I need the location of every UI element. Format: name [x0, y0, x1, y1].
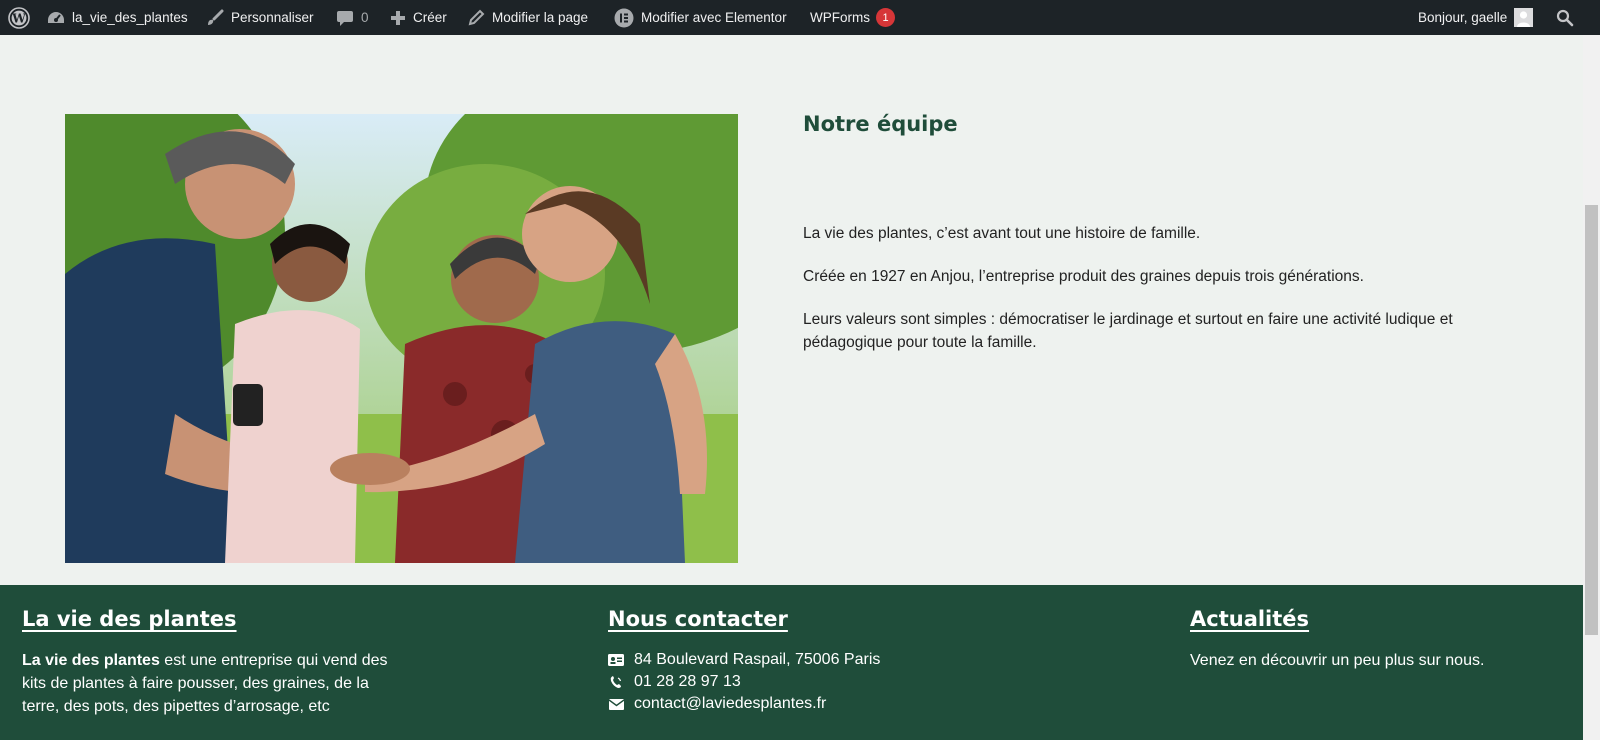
pencil-icon [467, 9, 485, 27]
elementor-icon [614, 8, 634, 28]
comments-menu[interactable]: 0 [336, 0, 369, 35]
contact-email: contact@laviedesplantes.fr [608, 693, 880, 715]
footer-news-title[interactable]: Actualités [1190, 607, 1570, 631]
brush-icon [206, 9, 224, 27]
contact-address: 84 Boulevard Raspail, 75006 Paris [608, 649, 880, 671]
footer-news-column: Actualités Venez en découvrir un peu plu… [1190, 607, 1570, 672]
site-name-menu[interactable]: la_vie_des_plantes [47, 0, 188, 35]
team-description: La vie des plantes, c’est avant tout une… [803, 222, 1523, 374]
contact-email-text[interactable]: contact@laviedesplantes.fr [634, 693, 826, 715]
greeting-label: Bonjour, gaelle [1418, 10, 1508, 25]
dashboard-icon [47, 10, 65, 26]
scrollbar-thumb[interactable] [1585, 205, 1598, 635]
admin-bar: W la_vie_des_plantes Personnaliser 0 Cré… [0, 0, 1600, 35]
team-photo [65, 114, 738, 563]
team-paragraph-3: Leurs valeurs sont simples : démocratise… [803, 311, 1453, 351]
phone-icon [608, 675, 624, 689]
customize-menu[interactable]: Personnaliser [206, 0, 314, 35]
contact-phone-text[interactable]: 01 28 28 97 13 [634, 671, 741, 693]
team-paragraph-2: Créée en 1927 en Anjou, l’entreprise pro… [803, 268, 1364, 285]
customize-label: Personnaliser [231, 10, 314, 25]
footer-about-column: La vie des plantes La vie des plantes es… [22, 607, 402, 718]
svg-text:W: W [11, 11, 26, 25]
wpforms-menu[interactable]: WPForms 1 [810, 0, 895, 35]
footer-contact-column: Nous contacter 84 Boulevard Raspail, 750… [608, 607, 880, 715]
footer-about-brand: La vie des plantes [22, 652, 160, 669]
site-footer: La vie des plantes La vie des plantes es… [0, 585, 1583, 740]
comment-icon [336, 9, 354, 27]
new-label: Créer [413, 10, 447, 25]
page-scrollbar[interactable] [1583, 35, 1600, 740]
footer-about-text: La vie des plantes est une entreprise qu… [22, 649, 402, 718]
account-menu[interactable]: Bonjour, gaelle [1418, 0, 1534, 35]
avatar [1514, 8, 1534, 27]
envelope-icon [608, 698, 624, 710]
new-content-menu[interactable]: Créer [390, 0, 447, 35]
wpforms-notification-badge: 1 [876, 8, 895, 27]
site-name-label: la_vie_des_plantes [72, 10, 188, 25]
plus-icon [390, 10, 406, 26]
team-paragraph-1: La vie des plantes, c’est avant tout une… [803, 225, 1201, 242]
search-icon[interactable] [1556, 0, 1574, 35]
edit-page-label: Modifier la page [492, 10, 589, 25]
contact-address-text: 84 Boulevard Raspail, 75006 Paris [634, 651, 881, 668]
elementor-label: Modifier avec Elementor [641, 10, 787, 25]
wpforms-label: WPForms [810, 10, 870, 25]
wordpress-logo-icon[interactable]: W [8, 0, 30, 35]
footer-about-title[interactable]: La vie des plantes [22, 607, 402, 631]
footer-contact-title[interactable]: Nous contacter [608, 607, 880, 631]
footer-news-text: Venez en découvrir un peu plus sur nous. [1190, 652, 1485, 669]
edit-page-menu[interactable]: Modifier la page [467, 0, 588, 35]
team-section-title: Notre équipe [803, 112, 958, 136]
contact-phone: 01 28 28 97 13 [608, 671, 880, 693]
address-card-icon [608, 654, 624, 666]
comments-count: 0 [361, 10, 369, 25]
elementor-menu[interactable]: Modifier avec Elementor [614, 0, 787, 35]
